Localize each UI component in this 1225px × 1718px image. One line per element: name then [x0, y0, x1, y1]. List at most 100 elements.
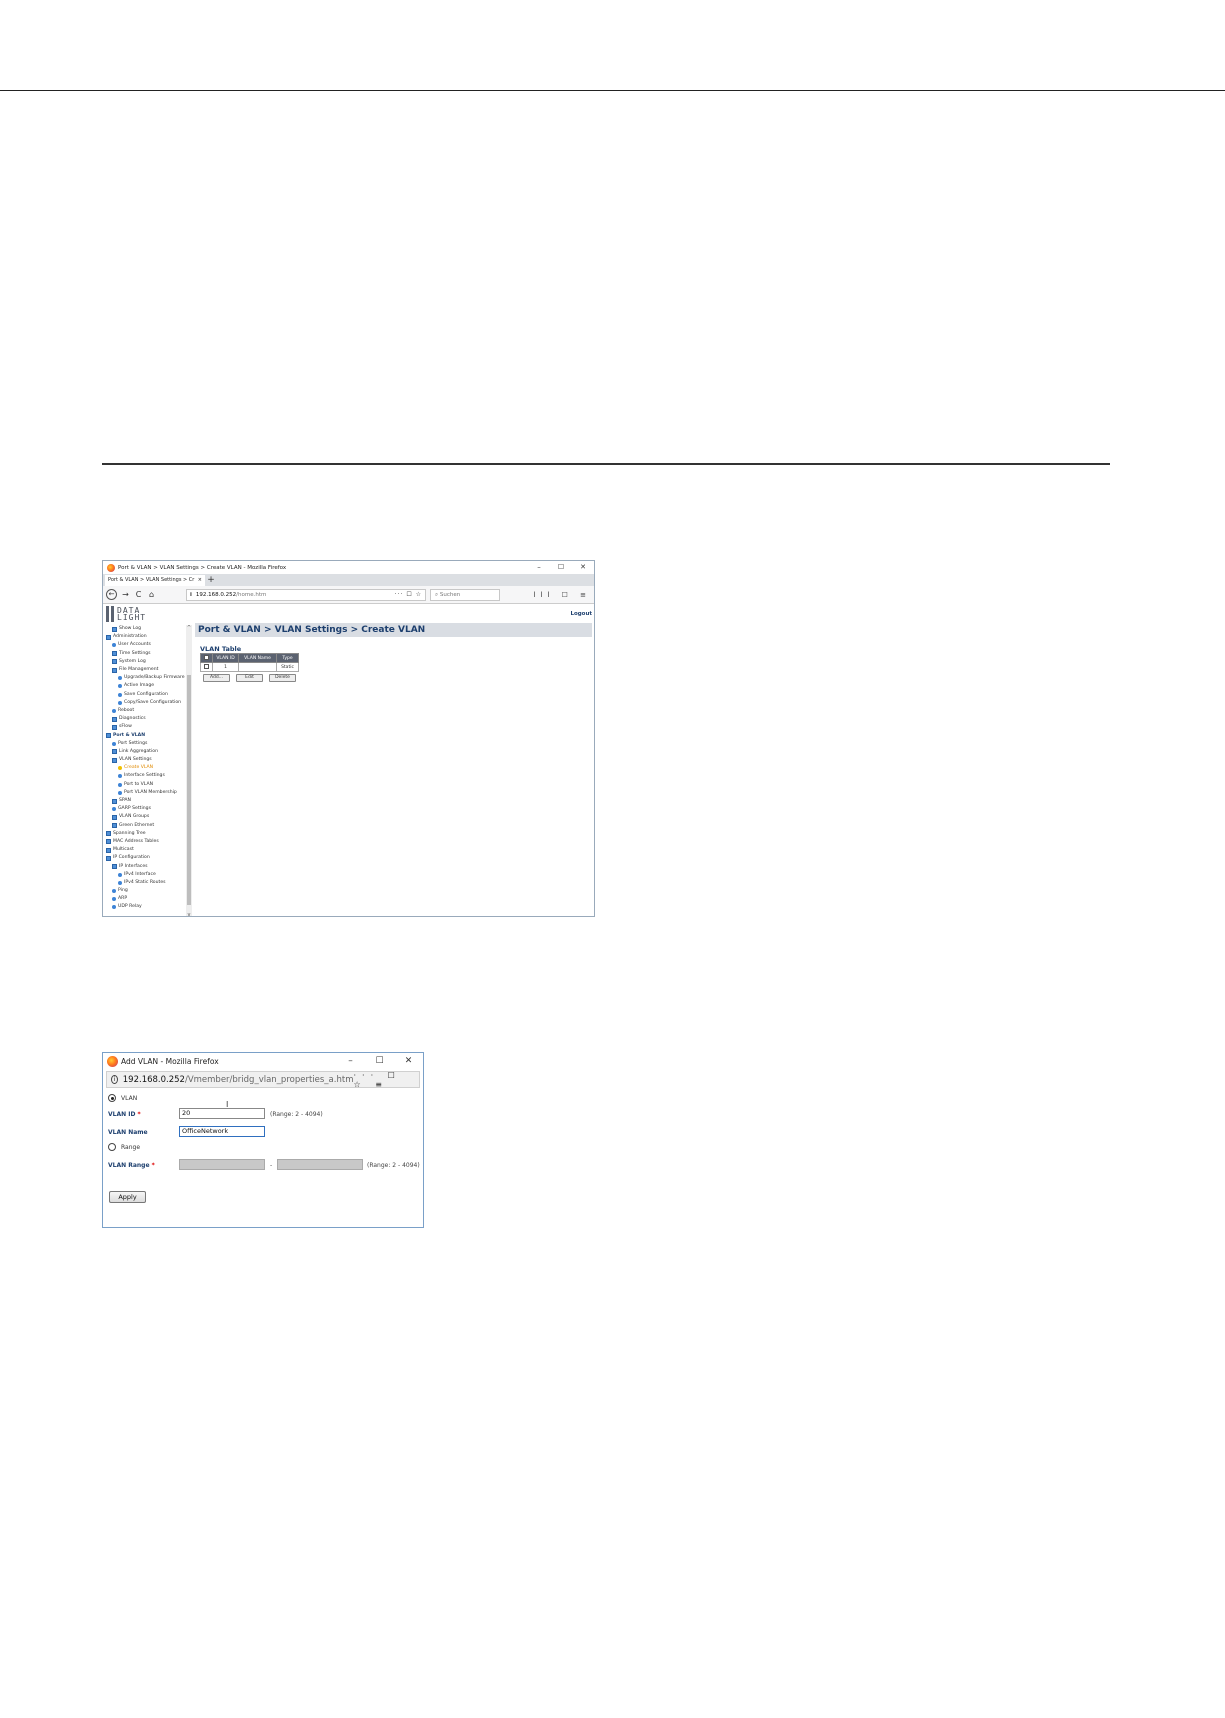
sidebar-item-system-log[interactable]: System Log: [106, 658, 192, 666]
close-icon[interactable]: ✕: [572, 561, 594, 574]
expand-icon: [112, 659, 117, 665]
new-tab-button[interactable]: +: [205, 575, 217, 586]
maximize-icon[interactable]: ☐: [550, 561, 572, 574]
cell-vlan-id: 1: [212, 662, 239, 672]
site-info-icon[interactable]: i: [190, 592, 192, 598]
url-path: /home.htm: [236, 591, 267, 598]
search-placeholder: Suchen: [439, 591, 461, 598]
forward-icon[interactable]: →: [119, 590, 132, 599]
apply-button[interactable]: Apply: [109, 1191, 146, 1203]
vlan-range-hint: (Range: 2 - 4094): [367, 1162, 420, 1169]
sidebar-item-label: VLAN Settings: [119, 757, 152, 763]
sidebar-item-reboot[interactable]: Reboot: [106, 707, 192, 715]
minimize-icon[interactable]: –: [528, 561, 550, 574]
search-input[interactable]: ⌕ Suchen: [430, 588, 500, 601]
sidebar-item-spanning-tree[interactable]: Spanning Tree: [106, 830, 192, 838]
page-actions-icons[interactable]: ··· ☐ ☆ ≡: [353, 1071, 415, 1089]
select-all-header[interactable]: [200, 653, 213, 663]
sidebar-item-ip-configuration[interactable]: IP Configuration: [106, 854, 192, 862]
delete-button[interactable]: Delete: [269, 674, 296, 682]
scrollbar-thumb[interactable]: [187, 675, 191, 905]
logout-link[interactable]: Logout: [570, 611, 592, 617]
sidebar-item-ping[interactable]: Ping: [106, 887, 192, 895]
window-titlebar: Port & VLAN > VLAN Settings > Create VLA…: [103, 561, 594, 574]
range-radio-option[interactable]: Range: [108, 1143, 140, 1151]
edit-button[interactable]: Edit: [236, 674, 263, 682]
url-bar[interactable]: i 192.168.0.252 /Vmember/bridg_vlan_prop…: [106, 1071, 420, 1089]
page-actions-icons[interactable]: ··· ☐ ☆: [395, 591, 422, 598]
toolbar-icons[interactable]: lll ☐ ≡: [534, 591, 591, 599]
sidebar-item-green-ethernet[interactable]: Green Ethernet: [106, 822, 192, 830]
firefox-icon: [107, 1055, 118, 1067]
expand-icon: [112, 798, 117, 804]
page-dot-icon: [118, 880, 122, 885]
sidebar-item-label: Link Aggregation: [119, 748, 158, 754]
sidebar-item-create-vlan[interactable]: Create VLAN: [106, 764, 192, 772]
sidebar-item-user-accounts[interactable]: User Accounts: [106, 641, 192, 649]
close-icon[interactable]: ✕: [394, 1053, 423, 1069]
sidebar-item-label: IPv4 Interface: [124, 871, 156, 877]
sidebar-item-link-aggregation[interactable]: Link Aggregation: [106, 748, 192, 756]
sidebar-item-port-vlan-membership[interactable]: Port VLAN Membership: [106, 789, 192, 797]
vlan-name-input[interactable]: OfficeNetwork: [179, 1126, 265, 1137]
sidebar-item-copy-save-configuration[interactable]: Copy/Save Configuration: [106, 699, 192, 707]
sidebar-item-udp-relay[interactable]: UDP Relay: [106, 903, 192, 911]
sidebar-item-diagnostics[interactable]: Diagnostics: [106, 715, 192, 723]
vlan-radio-option[interactable]: VLAN: [108, 1094, 137, 1102]
navigation-bar: ← → C ⌂ i 192.168.0.252 /home.htm ··· ☐ …: [103, 586, 594, 604]
navigation-tree: Show Log Administration User Accounts Time …: [106, 625, 192, 916]
vlan-table: VLAN ID VLAN Name Type 1 Static: [200, 653, 299, 672]
create-vlan-screenshot: Port & VLAN > VLAN Settings > Create VLA…: [102, 560, 595, 917]
sidebar-item-sflow[interactable]: sFlow: [106, 723, 192, 731]
scroll-down-icon[interactable]: v: [186, 912, 192, 916]
sidebar-item-span[interactable]: SPAN: [106, 797, 192, 805]
column-header-vlan-id: VLAN ID: [212, 653, 239, 663]
sidebar-item-multicast[interactable]: Multicast: [106, 846, 192, 854]
vlan-range-start-input[interactable]: [179, 1159, 265, 1170]
tab-close-icon[interactable]: ×: [198, 575, 202, 586]
site-info-icon[interactable]: i: [111, 1075, 118, 1084]
window-controls: – ☐ ✕: [528, 561, 594, 574]
sidebar-item-ipv4-static-routes[interactable]: IPv4 Static Routes: [106, 879, 192, 887]
sidebar-item-ipv4-interface[interactable]: IPv4 Interface: [106, 871, 192, 879]
sidebar-item-port-vlan[interactable]: Port & VLAN: [106, 731, 192, 739]
home-icon[interactable]: ⌂: [145, 590, 158, 599]
add-button[interactable]: Add...: [203, 674, 230, 682]
vlan-id-input[interactable]: 20: [179, 1108, 265, 1119]
vlan-range-end-input[interactable]: [277, 1159, 363, 1170]
sidebar-item-port-to-vlan[interactable]: Port to VLAN: [106, 781, 192, 789]
reload-icon[interactable]: C: [132, 590, 145, 599]
back-icon[interactable]: ←: [106, 589, 117, 600]
sidebar-item-port-settings[interactable]: Port Settings: [106, 740, 192, 748]
url-bar[interactable]: i 192.168.0.252 /home.htm ··· ☐ ☆: [186, 588, 426, 601]
scroll-up-icon[interactable]: ^: [186, 625, 192, 631]
tab-create-vlan[interactable]: Port & VLAN > VLAN Settings > Cr ×: [105, 575, 205, 586]
sidebar-item-time-settings[interactable]: Time Settings: [106, 650, 192, 658]
sidebar-item-vlan-groups[interactable]: VLAN Groups: [106, 813, 192, 821]
sidebar-item-ip-interfaces[interactable]: IP Interfaces: [106, 862, 192, 870]
table-row[interactable]: 1 Static: [200, 662, 299, 672]
sidebar-item-save-configuration[interactable]: Save Configuration: [106, 691, 192, 699]
sidebar-item-arp[interactable]: ARP: [106, 895, 192, 903]
sidebar-item-interface-settings[interactable]: Interface Settings: [106, 772, 192, 780]
row-checkbox[interactable]: [204, 664, 209, 669]
sidebar-item-upgrade-backup-firmware[interactable]: Upgrade/Backup Firmware: [106, 674, 192, 682]
select-all-checkbox[interactable]: [204, 655, 209, 660]
window-title: Add VLAN - Mozilla Firefox: [121, 1056, 219, 1066]
range-radio[interactable]: [108, 1143, 116, 1151]
page-dot-icon: [118, 872, 122, 877]
sidebar-item-active-image[interactable]: Active Image: [106, 682, 192, 690]
sidebar-item-label: Spanning Tree: [113, 830, 146, 836]
sidebar-scrollbar[interactable]: ^ v: [186, 625, 192, 916]
vlan-range-label: VLAN Range *: [108, 1162, 155, 1169]
maximize-icon[interactable]: ☐: [365, 1053, 394, 1069]
sidebar-item-vlan-settings[interactable]: VLAN Settings: [106, 756, 192, 764]
minimize-icon[interactable]: –: [336, 1053, 365, 1069]
vlan-id-label: VLAN ID *: [108, 1111, 141, 1118]
sidebar-item-administration[interactable]: Administration: [106, 633, 192, 641]
sidebar-item-file-management[interactable]: File Management: [106, 666, 192, 674]
sidebar-item-mac-address-tables[interactable]: MAC Address Tables: [106, 838, 192, 846]
sidebar-item-garp-settings[interactable]: GARP Settings: [106, 805, 192, 813]
vlan-radio[interactable]: [108, 1094, 116, 1102]
sidebar-item-show-log[interactable]: Show Log: [106, 625, 192, 633]
